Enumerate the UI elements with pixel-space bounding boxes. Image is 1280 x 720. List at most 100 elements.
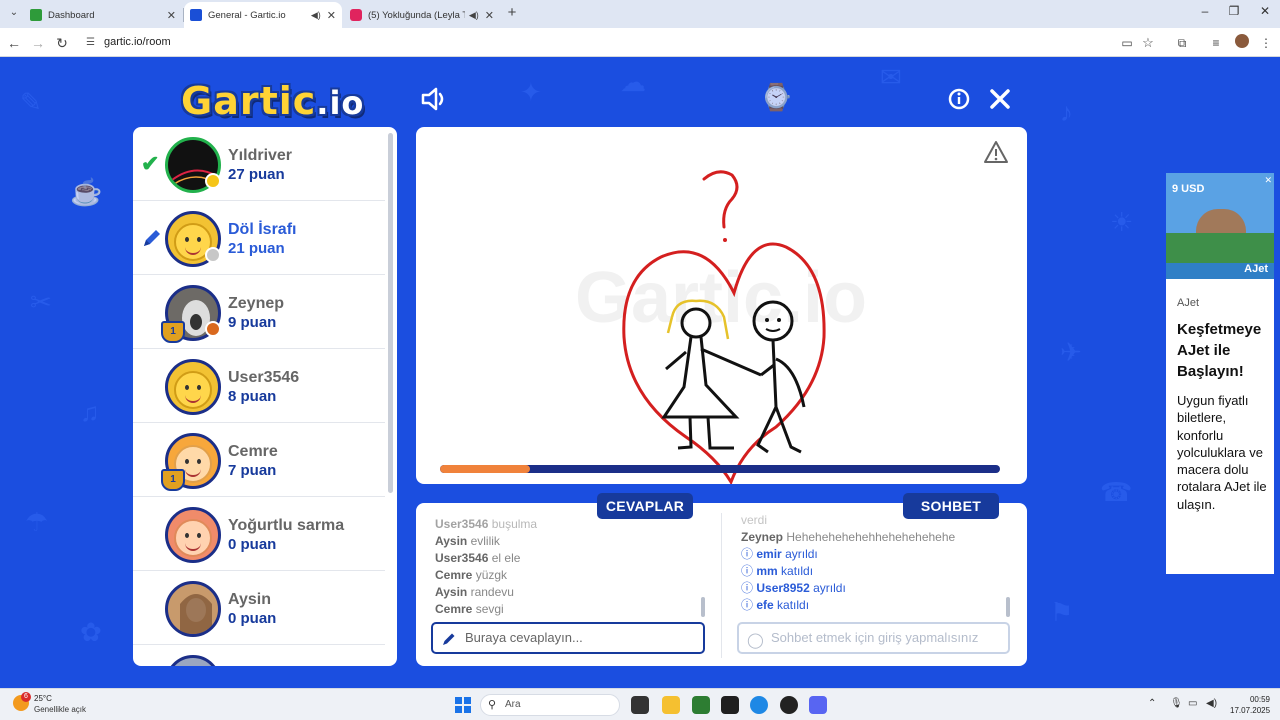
chat-bubble-icon: ◯ [747,632,764,649]
close-window-icon[interactable]: ✕ [1250,4,1280,18]
youtube-favicon-icon [350,9,362,21]
drawing-pencil-icon [144,230,160,246]
ad-label: AJet [1177,297,1200,309]
speaker-icon[interactable]: ◀) [311,10,321,21]
player-name: Zeynep [228,295,285,312]
speaker-icon[interactable]: ◀) [469,10,479,21]
chat-item: verdi [741,513,768,527]
tray-expand-icon[interactable]: ⌃ [1148,698,1156,709]
sound-icon[interactable] [420,87,448,111]
info-icon: ⓘ [741,598,754,612]
status-dot [205,173,221,189]
minimize-icon[interactable]: – [1190,4,1220,18]
app-icon[interactable] [780,696,798,714]
date: 17.07.2025 [1230,706,1271,715]
avatar [165,507,221,563]
chat-item: Zeynep Hehehehehehehhehehehehehe [741,530,956,544]
back-icon[interactable]: ← [4,33,24,53]
forward-icon[interactable]: → [28,33,48,53]
trophy-icon: 1 [161,321,185,343]
profile-avatar[interactable] [1232,33,1252,53]
player-name: Yıldriver [228,147,293,164]
players-panel: ✔ Yıldriver 27 puan Döl İsrafı 21 puan 1… [133,127,397,666]
nvidia-icon[interactable] [692,696,710,714]
restore-icon[interactable]: ❐ [1219,4,1249,18]
tab-title: General - Gartic.io [208,9,286,21]
drawing-canvas[interactable]: Gartic.io [416,127,1027,484]
player-name: Döl İsrafı [228,221,297,238]
temperature: 25°C [34,694,52,703]
gartic-favicon-icon [190,9,202,21]
browser-tab-bar: ⌄ Dashboard ✕ General - Gartic.io ◀) ✕ (… [0,0,1280,28]
player-points: 7 puan [228,462,277,479]
ad-image[interactable]: 9 USD AJet ✕ [1166,173,1274,279]
answer-item: Aysin randevu [435,585,514,599]
windows-taskbar: 6 25°C Genellikle açık ⚲ Ara ⌃ 🎙 ▭ ◀) 00… [0,688,1280,720]
chat-event: ⓘ mm katıldı [741,564,814,578]
chat-event: ⓘ efe katıldı [741,598,810,612]
chat-input[interactable]: ◯ Sohbet etmek için giriş yapmalısınız [737,622,1010,654]
close-tab-icon[interactable]: ✕ [485,9,494,22]
panel-divider [721,513,722,658]
gartic-logo[interactable]: Gartic.io [181,79,364,123]
address-bar[interactable]: gartic.io/room [104,36,171,48]
clock[interactable]: 00:59 17.07.2025 [1230,694,1270,716]
player-row: 1 Zeynep 9 puan [133,275,385,349]
new-tab-icon[interactable]: + [502,3,522,23]
cast-icon[interactable]: ▭ [1117,33,1137,53]
ad-banner[interactable]: 9 USD AJet ✕ AJet Keşfetmeye AJet ile Ba… [1166,173,1274,574]
player-row: Aysin 0 puan [133,571,385,645]
taskbar-search[interactable]: ⚲ Ara [480,694,620,716]
windows-start-icon[interactable] [455,697,471,713]
reload-icon[interactable]: ↻ [52,33,72,53]
microphone-icon[interactable]: 🎙 [1170,698,1183,709]
info-icon: ⓘ [741,564,754,578]
players-scrollbar[interactable] [388,133,393,493]
tab-gartic[interactable]: General - Gartic.io ◀) ✕ [184,2,342,28]
ad-title[interactable]: Keşfetmeye AJet ile Başlayın! [1177,319,1272,382]
site-info-icon[interactable]: ☰ [86,37,95,48]
chat-scrollbar[interactable] [1006,597,1010,617]
chrome-icon[interactable] [750,696,768,714]
extensions-icon[interactable]: ⧉ [1172,33,1192,53]
player-points: 27 puan [228,166,285,183]
tab-list-icon[interactable]: ⌄ [4,3,24,23]
answer-placeholder: Buraya cevaplayın... [465,630,583,645]
answer-item: User3546 buşulma [435,517,538,531]
answers-list: User3546 buşulma Aysin evlilik User3546 … [435,516,537,618]
player-row: ✔ Yıldriver 27 puan [133,127,385,201]
player-points: 9 puan [228,314,277,331]
player-row: 1 Cemre 7 puan [133,423,385,497]
volume-icon[interactable]: ◀) [1206,698,1217,709]
close-tab-icon[interactable]: ✕ [167,9,176,22]
ad-body: Uygun fiyatlı biletlere, konforlu yolcul… [1177,393,1267,512]
avatar [165,581,221,637]
answers-tab[interactable]: CEVAPLAR [597,493,693,519]
tab-dashboard[interactable]: Dashboard ✕ [24,2,182,28]
close-tab-icon[interactable]: ✕ [327,9,336,22]
answer-item: Cemre yüzgk [435,568,508,582]
answer-input[interactable]: Buraya cevaplayın... [431,622,705,654]
file-explorer-icon[interactable] [662,696,680,714]
dashboard-favicon-icon [30,9,42,21]
close-room-icon[interactable] [989,88,1011,110]
tab-youtube[interactable]: (5) Yokluğunda (Leyla The B ◀) ✕ [344,2,500,28]
chat-list: verdi Zeynep Hehehehehehehhehehehehehe ⓘ… [741,512,955,614]
discord-icon[interactable] [809,696,827,714]
player-row-partial [133,645,385,666]
network-icon[interactable]: ▭ [1188,698,1197,709]
player-name: Cemre [228,443,278,460]
chat-event: ⓘ User8952 ayrıldı [741,581,846,595]
media-control-icon[interactable]: ≡ [1206,33,1226,53]
browser-menu-icon[interactable]: ⋮ [1256,33,1276,53]
search-icon: ⚲ [488,699,497,711]
ad-close-icon[interactable]: ✕ [1264,175,1272,186]
round-timer-bar [440,465,1000,473]
answers-scrollbar[interactable] [701,597,705,617]
task-view-icon[interactable] [631,696,649,714]
pencil-icon [443,633,455,645]
bookmark-star-icon[interactable]: ☆ [1138,33,1158,53]
terminal-icon[interactable] [721,696,739,714]
player-points: 21 puan [228,240,285,257]
info-icon[interactable] [948,88,970,110]
